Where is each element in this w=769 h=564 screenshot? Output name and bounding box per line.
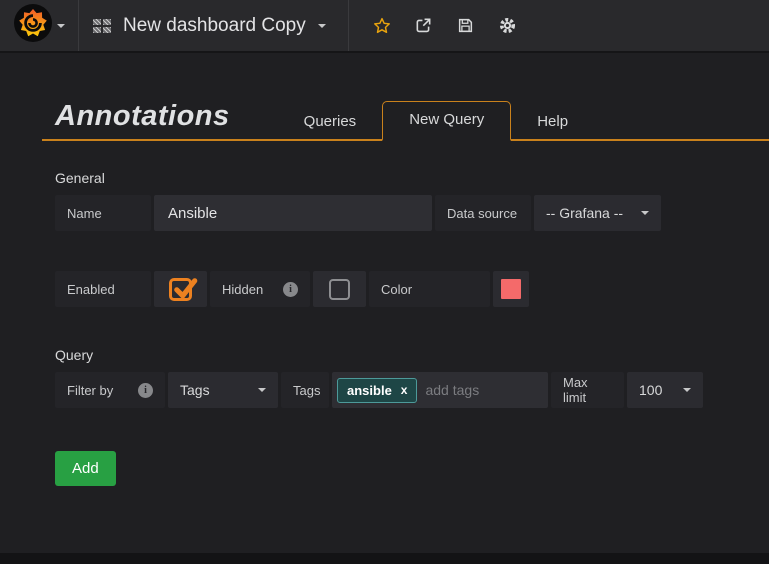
dashboard-title-dropdown[interactable]: New dashboard Copy: [79, 0, 349, 51]
name-input[interactable]: [154, 195, 432, 231]
page-title: Annotations: [42, 100, 278, 139]
add-tags-input[interactable]: [425, 382, 515, 398]
grafana-logo-icon: [13, 3, 53, 48]
settings-gear-icon: [499, 17, 516, 34]
tags-input-box[interactable]: ansible x: [332, 372, 548, 408]
dashboard-title: New dashboard Copy: [123, 15, 306, 37]
datasource-select[interactable]: -- Grafana --: [534, 195, 661, 231]
enabled-label: Enabled: [55, 271, 151, 307]
dashboard-grid-icon: [93, 19, 111, 33]
color-picker[interactable]: [493, 271, 529, 307]
info-icon[interactable]: i: [283, 282, 298, 297]
tab-help[interactable]: Help: [511, 104, 594, 141]
chevron-down-icon: [258, 388, 266, 392]
filter-by-label-box: Filter by i: [55, 372, 165, 408]
annotation-form: General Name Data source -- Grafana -- E…: [0, 170, 769, 486]
color-label: Color: [369, 271, 490, 307]
tag-ansible[interactable]: ansible x: [337, 378, 417, 403]
hidden-checkbox[interactable]: [313, 271, 366, 307]
share-icon: [415, 17, 432, 34]
add-button[interactable]: Add: [55, 451, 116, 486]
datasource-selected-value: -- Grafana --: [546, 205, 623, 221]
enabled-checkbox[interactable]: [154, 271, 207, 307]
filter-by-selected-value: Tags: [180, 382, 210, 398]
filter-by-select[interactable]: Tags: [168, 372, 278, 408]
max-limit-label: Max limit: [551, 372, 624, 408]
checkbox-checked-icon: [169, 278, 192, 301]
tag-remove-x[interactable]: x: [401, 383, 408, 397]
tag-text: ansible: [347, 383, 392, 398]
name-label: Name: [55, 195, 151, 231]
bottom-edge: [0, 553, 769, 564]
hidden-label: Hidden: [222, 282, 263, 297]
chevron-down-icon: [641, 211, 649, 215]
tab-new-query[interactable]: New Query: [382, 101, 511, 141]
color-swatch: [501, 279, 521, 299]
grafana-menu-button[interactable]: [0, 0, 79, 51]
star-button[interactable]: [371, 15, 393, 37]
tab-queries[interactable]: Queries: [278, 104, 383, 141]
filter-by-label: Filter by: [67, 383, 113, 398]
info-icon[interactable]: i: [138, 383, 153, 398]
chevron-down-icon: [683, 388, 691, 392]
general-section-label: General: [55, 170, 769, 186]
max-limit-selected-value: 100: [639, 382, 662, 398]
annotations-header: Annotations Queries New Query Help: [42, 100, 769, 141]
query-section-label: Query: [55, 347, 769, 363]
save-button[interactable]: [455, 15, 477, 37]
save-icon: [457, 17, 474, 34]
top-navbar: New dashboard Copy: [0, 0, 769, 53]
max-limit-select[interactable]: 100: [627, 372, 703, 408]
hidden-label-box: Hidden i: [210, 271, 310, 307]
navbar-actions: [349, 0, 519, 51]
share-button[interactable]: [413, 15, 435, 37]
settings-button[interactable]: [497, 15, 519, 37]
enabled-hidden-color-row: Enabled Hidden i Color: [55, 271, 769, 307]
logo-dropdown-caret-icon: [57, 24, 65, 28]
tags-label: Tags: [281, 372, 329, 408]
dashboard-dropdown-caret-icon: [318, 24, 326, 28]
checkbox-unchecked-icon: [329, 279, 350, 300]
name-datasource-row: Name Data source -- Grafana --: [55, 195, 769, 231]
datasource-label: Data source: [435, 195, 531, 231]
star-icon: [373, 17, 391, 35]
query-row: Filter by i Tags Tags ansible x Max limi…: [55, 372, 769, 408]
